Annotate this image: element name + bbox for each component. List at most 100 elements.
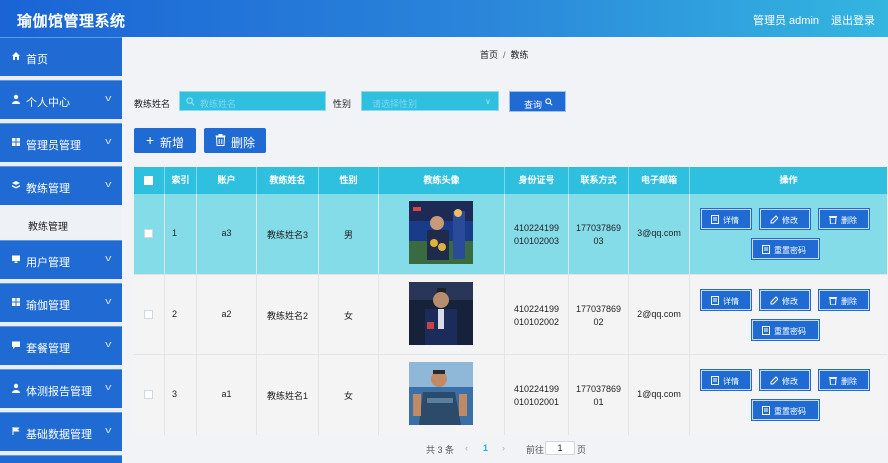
cell-coach-name: 教练姓名2 [257, 275, 319, 355]
sidebar-item-yoga[interactable]: 瑜伽管理 v [0, 283, 122, 322]
cell-email: 3@qq.com [629, 194, 690, 274]
id-line: 410224199 [513, 304, 560, 314]
cell-phone: 177037869 03 [569, 194, 629, 274]
sidebar-item-basic-data[interactable]: 基础数据管理 v [0, 412, 122, 451]
sidebar-item-label: 用户管理 [26, 257, 70, 269]
header-coach-name: 教练姓名 [257, 167, 319, 194]
chevron-down-icon: v [105, 425, 112, 435]
breadcrumb-home[interactable]: 首页 [480, 50, 498, 60]
sidebar-item-admin[interactable]: 管理员管理 v [0, 123, 122, 162]
row-delete-button[interactable]: 删除 [818, 369, 870, 391]
document-icon [762, 406, 770, 415]
reset-password-button[interactable]: 重置密码 [751, 399, 820, 421]
phone-line: 03 [593, 236, 604, 246]
row-delete-button[interactable]: 删除 [818, 289, 870, 311]
edit-icon [770, 376, 778, 385]
id-line: 010102003 [513, 236, 560, 246]
cell-avatar [379, 194, 505, 274]
sidebar-item-label: 套餐管理 [26, 343, 70, 355]
reset-password-button[interactable]: 重置密码 [751, 319, 820, 341]
cell-index: 3 [165, 355, 197, 435]
sidebar-item-fitness-report[interactable]: 体测报告管理 v [0, 369, 122, 408]
trash-icon [829, 216, 837, 224]
delete-button-label: 删除 [231, 136, 256, 150]
search-icon [545, 98, 553, 106]
page-jump-input[interactable]: 1 [545, 441, 575, 455]
sidebar-item-coach[interactable]: 教练管理 v [0, 166, 122, 205]
page-number-current[interactable]: 1 [483, 443, 488, 453]
current-user: 管理员 admin [753, 15, 820, 27]
chevron-down-icon: v [105, 296, 112, 306]
query-button[interactable]: 查询 [509, 91, 566, 112]
sidebar-item-package[interactable]: 套餐管理 v [0, 326, 122, 365]
table-row[interactable]: 1 a3 教练姓名3 男 410224199 010102003 17703786… [134, 194, 887, 274]
document-icon [711, 215, 719, 224]
chat-icon [12, 341, 20, 349]
phone-line: 02 [593, 317, 604, 327]
edit-icon [770, 215, 778, 224]
sidebar-item-users[interactable]: 用户管理 v [0, 240, 122, 279]
cell-index: 2 [165, 275, 197, 355]
cell-email: 1@qq.com [629, 355, 690, 435]
select-all-checkbox[interactable] [144, 176, 153, 185]
detail-button[interactable]: 详情 [700, 208, 752, 230]
sidebar-item-label: 个人中心 [26, 97, 70, 109]
document-icon [762, 245, 770, 254]
logout-link[interactable]: 退出登录 [831, 12, 875, 28]
sidebar-item-label: 教练管理 [26, 183, 70, 195]
detail-button[interactable]: 详情 [700, 289, 752, 311]
page-unit-label: 页 [577, 445, 587, 455]
sidebar-item-home[interactable]: 首页 [0, 37, 122, 76]
sidebar-item-profile[interactable]: 个人中心 v [0, 80, 122, 119]
row-checkbox[interactable] [144, 229, 153, 238]
header-select-all [134, 167, 165, 194]
detail-button[interactable]: 详情 [700, 369, 752, 391]
phone-line: 01 [593, 397, 604, 407]
edit-button[interactable]: 修改 [759, 289, 811, 311]
delete-button[interactable]: 删除 [204, 128, 266, 153]
cell-avatar [379, 355, 505, 435]
table-row[interactable]: 3 a1 教练姓名1 女 410224199 010102001 17703786… [134, 354, 887, 435]
row-checkbox[interactable] [144, 390, 153, 399]
add-button[interactable]: + 新增 [134, 128, 196, 153]
breadcrumb-separator: / [503, 50, 506, 60]
cell-account: a1 [197, 355, 257, 435]
submenu-item-label: 教练管理 [28, 222, 68, 233]
document-icon [762, 326, 770, 335]
row-delete-button[interactable]: 删除 [818, 208, 870, 230]
coach-name-input[interactable]: 教练姓名 [179, 91, 326, 111]
add-button-label: 新增 [160, 136, 185, 150]
sidebar-item-label: 基础数据管理 [26, 429, 92, 441]
next-page-button[interactable]: › [502, 443, 505, 453]
home-icon [12, 52, 20, 60]
cell-account: a2 [197, 275, 257, 355]
coach-avatar-image [409, 282, 473, 345]
cell-account: a3 [197, 194, 257, 274]
cell-gender: 女 [319, 355, 379, 435]
row-checkbox[interactable] [144, 310, 153, 319]
table-row[interactable]: 2 a2 教练姓名2 女 410224199 010102002 17703786… [134, 274, 887, 355]
edit-button[interactable]: 修改 [759, 369, 811, 391]
edit-button[interactable]: 修改 [759, 208, 811, 230]
chevron-down-icon: v [105, 136, 112, 146]
sidebar-item-label: 体测报告管理 [26, 386, 92, 398]
prev-page-button[interactable]: ‹ [465, 443, 468, 453]
search-icon [186, 97, 195, 106]
app-title: 瑜伽馆管理系统 [17, 13, 126, 30]
user-icon [12, 383, 20, 393]
trash-icon [829, 377, 837, 385]
cell-id-number: 410224199 010102002 [505, 275, 569, 355]
coach-avatar-image [409, 362, 473, 425]
chevron-down-icon: v [105, 93, 112, 103]
reset-password-button[interactable]: 重置密码 [751, 238, 820, 260]
document-icon [711, 296, 719, 305]
cell-coach-name: 教练姓名3 [257, 194, 319, 274]
phone-line: 177037869 [575, 223, 622, 233]
table-header: 索引 账户 教练姓名 性别 教练头像 身份证号 联系方式 电子邮箱 操作 [134, 167, 887, 194]
gender-select[interactable]: 请选择性别 ∨ [361, 91, 499, 111]
header-avatar: 教练头像 [379, 167, 505, 194]
submenu-item-coach-manage[interactable]: 教练管理 [0, 205, 122, 243]
id-line: 410224199 [513, 384, 560, 394]
goto-label: 前往 [526, 445, 545, 455]
plus-icon: + [146, 132, 155, 148]
